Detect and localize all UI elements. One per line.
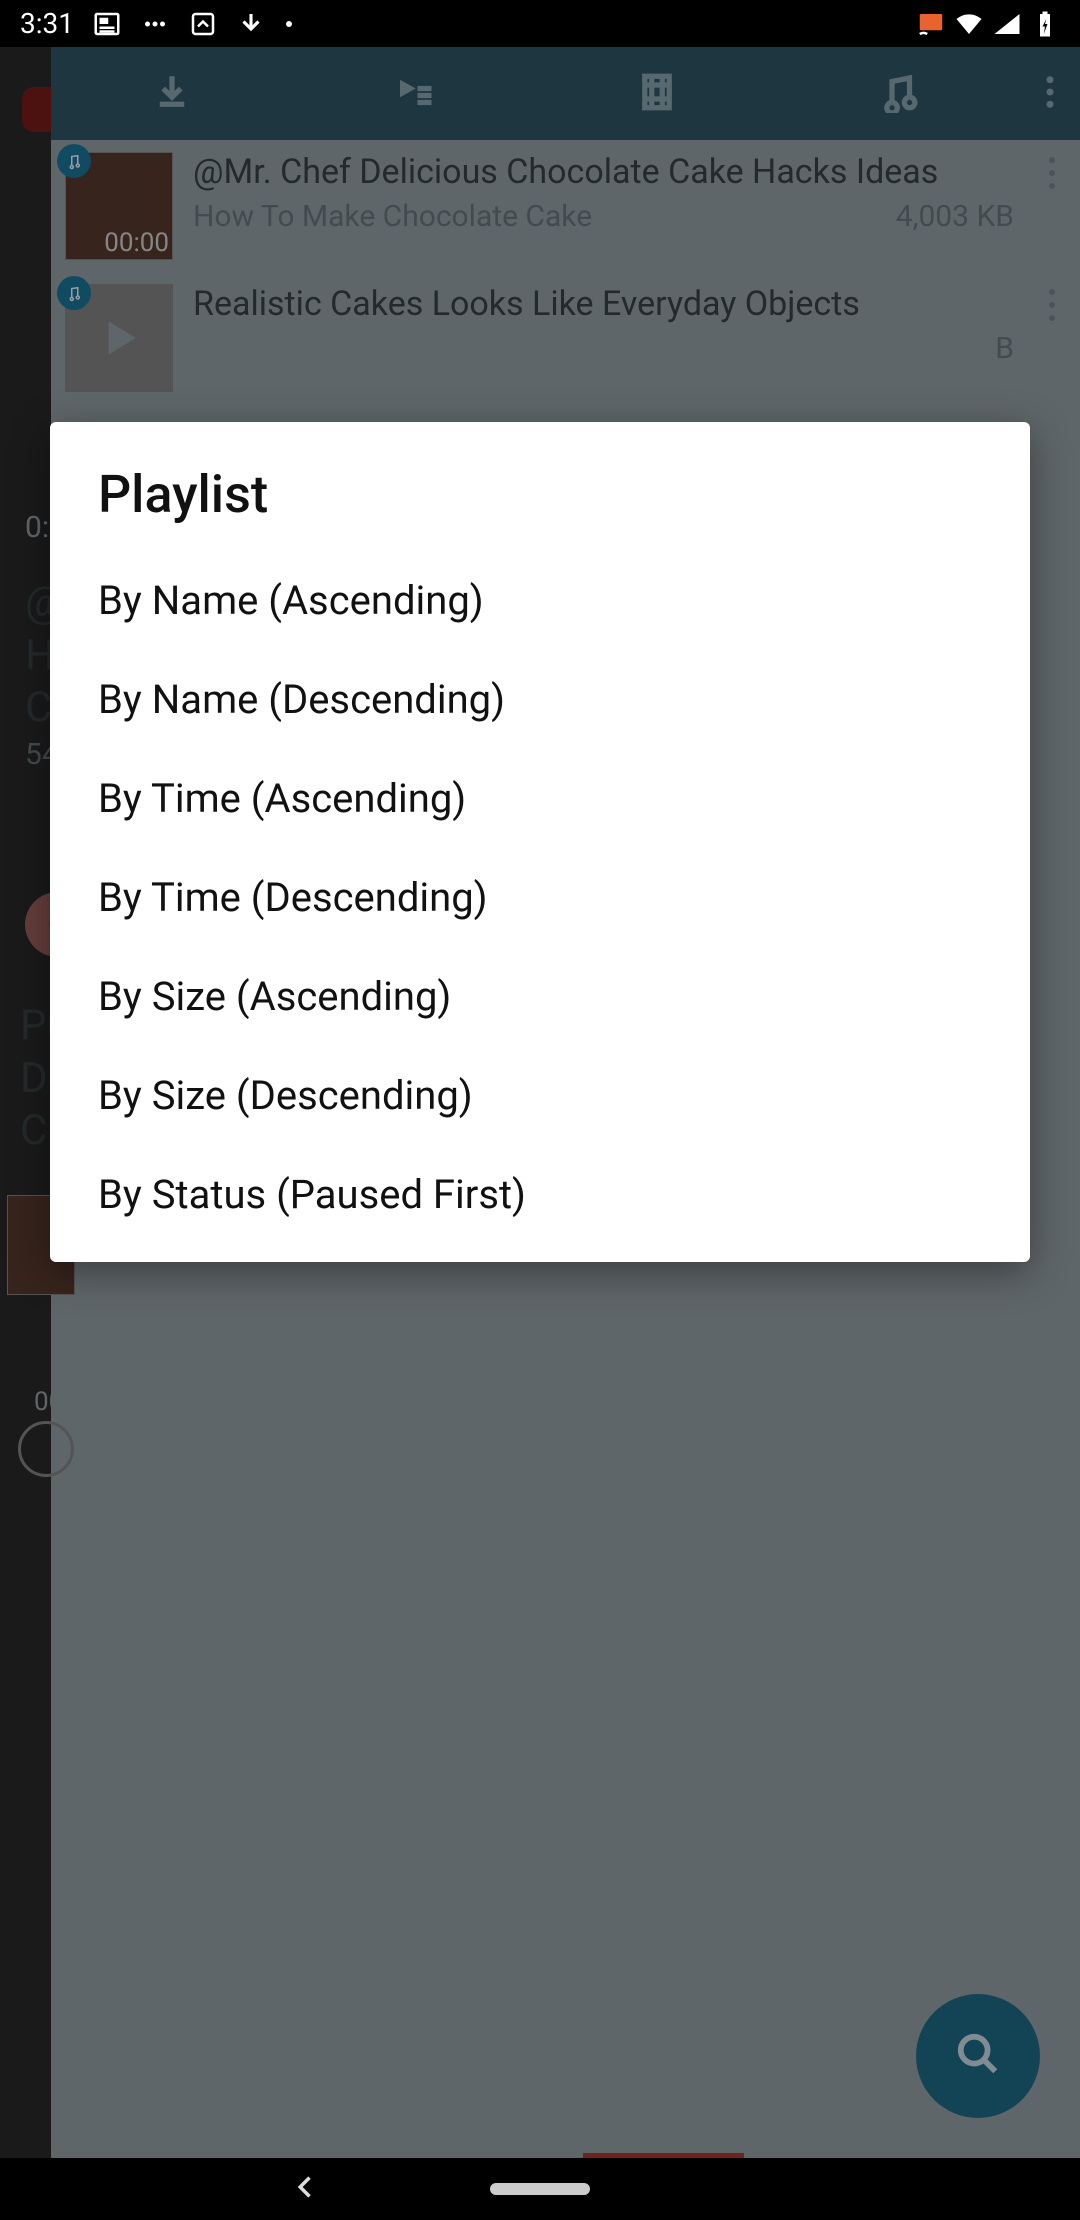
system-navbar [0,2158,1080,2220]
status-time: 3:31 [20,7,74,40]
news-icon [92,9,122,39]
sort-option-size-desc[interactable]: By Size (Descending) [50,1046,1030,1145]
nav-home-pill[interactable] [490,2183,590,2195]
sort-option-status-paused[interactable]: By Status (Paused First) [50,1145,1030,1244]
sort-option-time-desc[interactable]: By Time (Descending) [50,848,1030,947]
signal-icon [992,9,1022,39]
sort-option-name-asc[interactable]: By Name (Ascending) [50,551,1030,650]
dialog-title: Playlist [50,452,1030,551]
dots-icon [140,9,170,39]
sort-option-name-desc[interactable]: By Name (Descending) [50,650,1030,749]
download-arrow-icon [236,9,266,39]
wifi-icon [954,9,984,39]
nav-back-button[interactable] [292,2173,320,2205]
sort-option-size-asc[interactable]: By Size (Ascending) [50,947,1030,1046]
status-bar: 3:31 [0,0,1080,47]
sort-option-time-asc[interactable]: By Time (Ascending) [50,749,1030,848]
cast-icon [916,9,946,39]
playlist-sort-dialog: Playlist By Name (Ascending) By Name (De… [50,422,1030,1262]
app-content: 00:00 @Mr. Chef Delicious Chocolate Cake… [0,47,1080,2158]
dot-icon [284,9,294,39]
screenshot-icon [188,9,218,39]
battery-icon [1030,9,1060,39]
status-right [916,9,1060,39]
status-left: 3:31 [20,7,294,40]
